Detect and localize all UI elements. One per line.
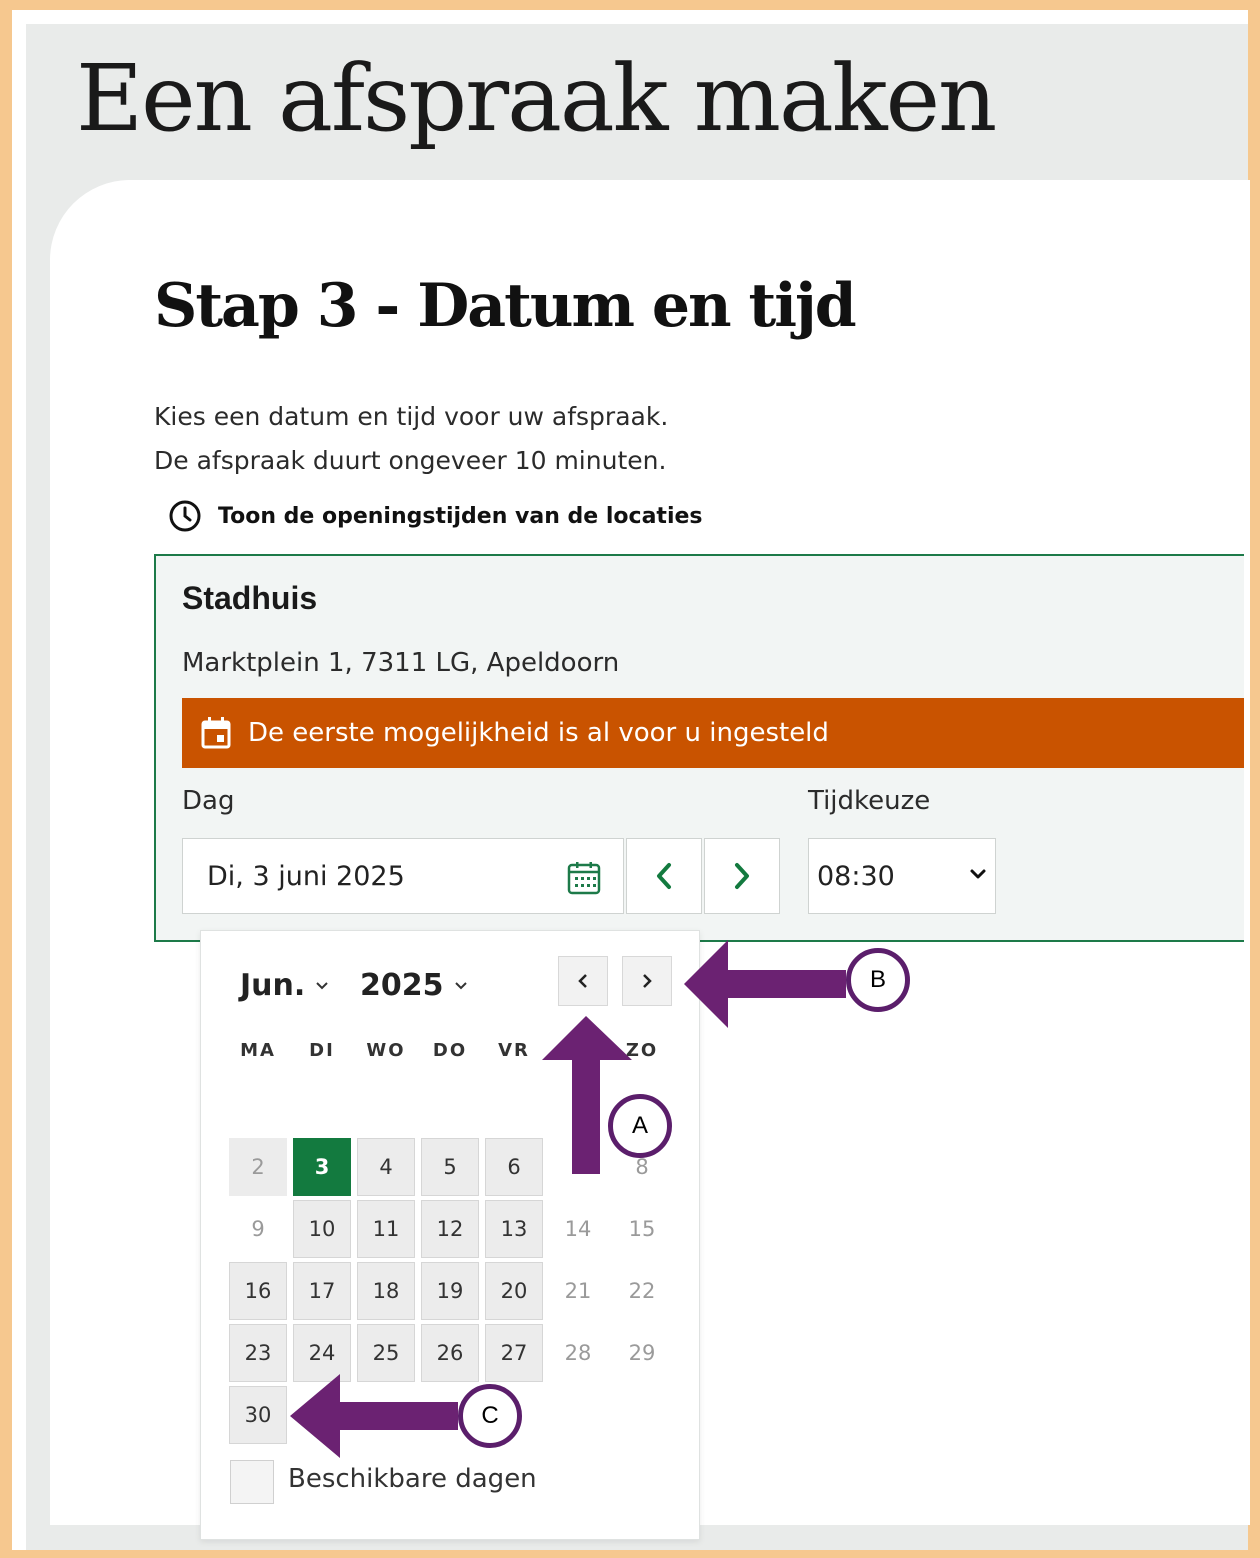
annotation-arrows [290,940,846,1458]
arrow-c [290,1374,458,1458]
arrow-b [684,940,846,1028]
callout-a: A [608,1094,672,1158]
callout-b: B [846,948,910,1012]
callout-c: C [458,1384,522,1448]
